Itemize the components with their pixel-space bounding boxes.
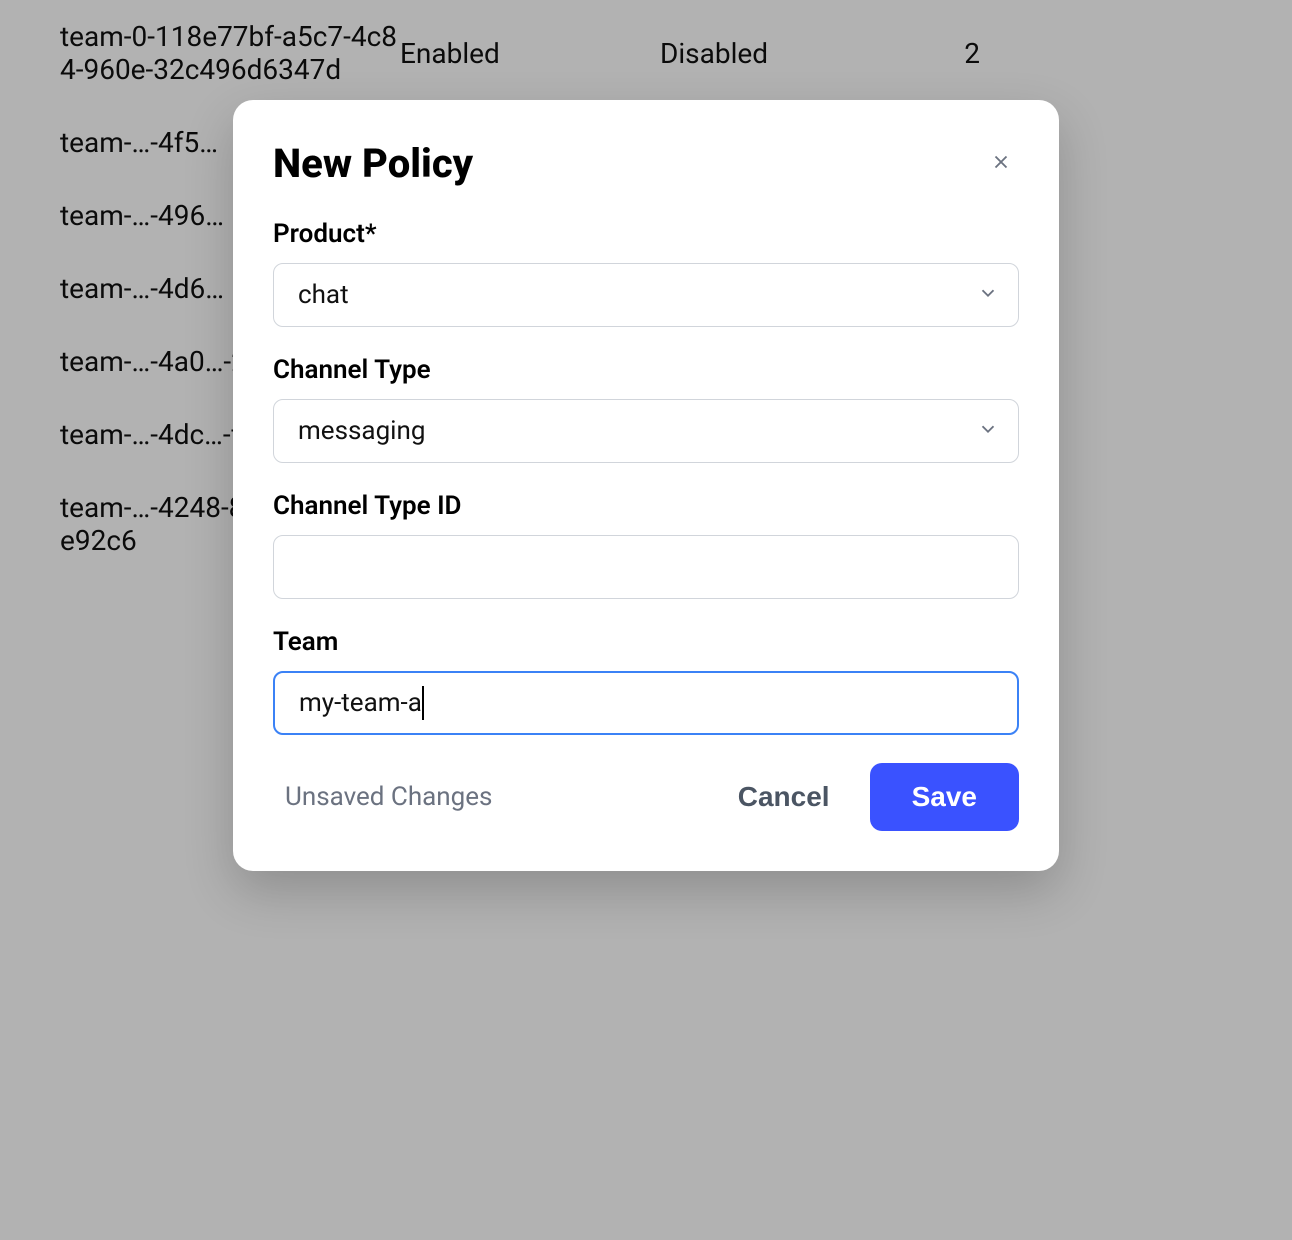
channel-type-select-value: messaging: [298, 416, 425, 446]
close-icon: [990, 151, 1012, 176]
unsaved-status: Unsaved Changes: [273, 782, 492, 812]
team-label: Team: [273, 627, 1019, 657]
product-select[interactable]: chat: [273, 263, 1019, 327]
product-select-value: chat: [298, 280, 349, 310]
modal-overlay[interactable]: New Policy Product* chat Channel Type: [0, 0, 1292, 1240]
team-input[interactable]: [273, 671, 1019, 735]
channel-type-id-input[interactable]: [273, 535, 1019, 599]
modal-title: New Policy: [273, 140, 473, 187]
close-button[interactable]: [983, 146, 1019, 182]
channel-type-select[interactable]: messaging: [273, 399, 1019, 463]
product-label: Product*: [273, 219, 1019, 249]
save-button[interactable]: Save: [870, 763, 1019, 831]
channel-type-id-label: Channel Type ID: [273, 491, 1019, 521]
channel-type-label: Channel Type: [273, 355, 1019, 385]
cancel-button[interactable]: Cancel: [730, 769, 838, 825]
new-policy-modal: New Policy Product* chat Channel Type: [233, 100, 1059, 871]
